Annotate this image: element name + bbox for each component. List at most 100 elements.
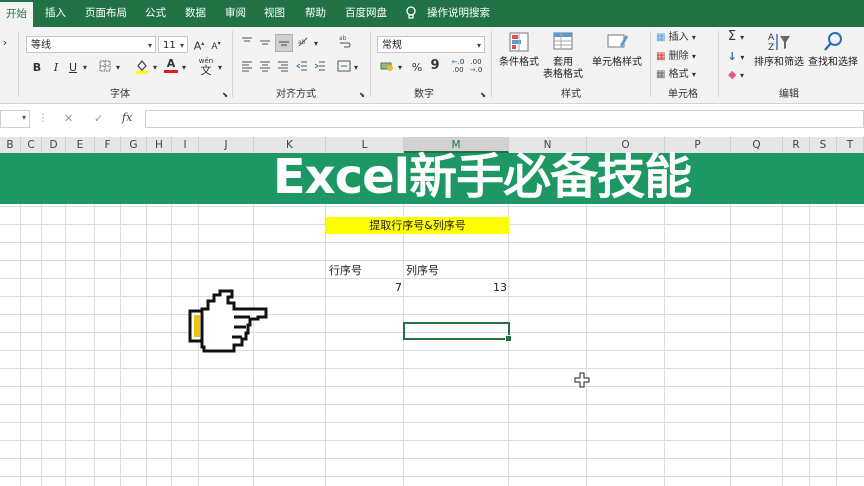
ribbon-separator (650, 31, 651, 97)
ribbon-separator (718, 31, 719, 97)
row-number-label[interactable]: 行序号 (329, 262, 362, 279)
font-dialog-launcher-icon[interactable]: ⬊ (221, 87, 229, 103)
tab-help[interactable]: 帮助 (305, 0, 326, 27)
ribbon-separator (370, 31, 371, 97)
sort-filter-icon: AZ (768, 33, 790, 53)
tab-insert[interactable]: 插入 (45, 0, 66, 27)
wrap-text-icon[interactable]: ab (336, 34, 354, 53)
clear-icon[interactable]: ◆ ▾ (724, 67, 748, 84)
font-color-icon[interactable]: A (164, 58, 178, 73)
ribbon-separator (232, 31, 233, 97)
ribbon-separator (491, 31, 492, 97)
column-number-value[interactable]: 13 (404, 279, 507, 296)
font-size-select[interactable]: 11 ▾ (158, 36, 188, 53)
font-name-select[interactable]: 等线 ▾ (26, 36, 156, 53)
underline-button[interactable]: U (67, 60, 79, 76)
svg-text:A: A (768, 33, 775, 43)
header-cell-highlight[interactable]: 提取行序号&列序号 (326, 217, 509, 234)
column-number-label[interactable]: 列序号 (406, 262, 439, 279)
conditional-formatting-icon (509, 32, 529, 52)
increase-font-icon[interactable]: A▴ (192, 36, 206, 55)
align-middle-icon[interactable] (258, 36, 272, 53)
underline-dropdown-icon[interactable]: ▾ (81, 60, 89, 76)
alignment-dialog-launcher-icon[interactable]: ⬊ (358, 87, 366, 103)
accounting-format-icon[interactable] (379, 60, 395, 77)
comma-style-button[interactable]: 9 (428, 58, 442, 74)
decrease-decimal-icon[interactable]: .00 →.0 (468, 58, 484, 74)
fill-color-dropdown-icon[interactable]: ▾ (151, 60, 159, 76)
insert-cells-button[interactable]: ▦ 插入 ▾ (656, 30, 716, 46)
phonetic-dropdown-icon[interactable]: ▾ (216, 60, 224, 76)
lightbulb-icon (405, 0, 417, 27)
autosum-icon[interactable]: Σ ▾ (724, 29, 748, 46)
formula-input[interactable] (145, 110, 864, 128)
enter-icon[interactable]: ✓ (94, 112, 103, 125)
tab-view[interactable]: 视图 (264, 0, 285, 27)
fill-color-icon[interactable] (135, 58, 149, 79)
align-right-icon[interactable] (276, 60, 290, 77)
align-top-icon[interactable] (240, 36, 254, 53)
name-box-dropdown-icon[interactable]: ▾ (22, 113, 26, 122)
italic-button[interactable]: I (50, 60, 62, 76)
group-label-cells: 单元格 (668, 89, 698, 100)
format-as-table-button[interactable]: 套用 表格格式 (541, 31, 585, 81)
row-number-value[interactable]: 7 (326, 279, 402, 296)
group-label-number: 数字 (414, 89, 434, 100)
increase-decimal-icon[interactable]: ←.0.00 (450, 58, 466, 74)
formula-bar: ▾ ⋮ ✕ ✓ fx (0, 107, 864, 131)
conditional-formatting-button[interactable]: 条件格式 (497, 31, 541, 69)
name-box[interactable]: ▾ (0, 110, 30, 128)
align-center-icon[interactable] (258, 60, 272, 77)
ribbon-separator (18, 31, 19, 97)
align-bottom-icon[interactable] (275, 34, 293, 52)
sort-filter-button[interactable]: AZ 排序和筛选 (752, 31, 806, 69)
active-cell[interactable] (403, 322, 512, 342)
cancel-icon[interactable]: ✕ (64, 112, 73, 125)
font-color-dropdown-icon[interactable]: ▾ (180, 60, 188, 76)
bold-button[interactable]: B (31, 60, 43, 76)
svg-text:ab: ab (339, 35, 347, 42)
cell-styles-icon (607, 34, 628, 48)
delete-cells-button[interactable]: ▦ 删除 ▾ (656, 49, 716, 65)
borders-icon[interactable] (98, 60, 112, 77)
tab-formulas[interactable]: 公式 (145, 0, 166, 27)
tab-review[interactable]: 审阅 (225, 0, 246, 27)
banner-title: Excel新手必备技能 (272, 149, 692, 205)
format-cells-button[interactable]: ▦ 格式 ▾ (656, 67, 716, 83)
decrease-font-icon[interactable]: A▾ (209, 36, 223, 55)
percent-style-button[interactable]: % (410, 60, 424, 76)
accounting-dropdown-icon[interactable]: ▾ (396, 60, 404, 76)
ribbon: › 等线 ▾ 11 ▾ A▴ A▾ B I U ▾ ▾ ▾ A ▾ wén 文 ▾ 字… (0, 27, 864, 104)
group-label-styles: 样式 (561, 89, 581, 100)
group-label-alignment: 对齐方式 (276, 89, 316, 100)
increase-indent-icon[interactable] (313, 60, 327, 77)
merge-dropdown-icon[interactable]: ▾ (352, 60, 360, 76)
tab-home[interactable]: 开始 (0, 0, 33, 29)
borders-dropdown-icon[interactable]: ▾ (114, 60, 122, 76)
orientation-dropdown-icon[interactable]: ▾ (312, 36, 320, 52)
number-dialog-launcher-icon[interactable]: ⬊ (479, 87, 487, 103)
fill-icon[interactable]: ↓ ▾ (724, 49, 748, 66)
cell-styles-button[interactable]: 单元格样式 (588, 31, 646, 69)
format-as-table-icon (553, 32, 573, 50)
find-select-button[interactable]: 查找和选择 (806, 31, 860, 69)
orientation-icon[interactable]: ab (296, 36, 312, 53)
clipboard-chevron-icon[interactable]: › (0, 35, 10, 51)
merge-center-icon[interactable] (336, 60, 352, 77)
magnifier-icon (824, 32, 842, 51)
formula-bar-grip-icon[interactable]: ⋮ (38, 113, 48, 124)
number-format-select[interactable]: 常规 ▾ (377, 36, 485, 53)
fill-handle[interactable] (505, 335, 512, 342)
tell-me-search[interactable]: 操作说明搜索 (427, 0, 490, 27)
cell-cursor-icon (574, 372, 590, 388)
tab-baidu-netdisk[interactable]: 百度网盘 (345, 0, 387, 27)
tab-data[interactable]: 数据 (185, 0, 206, 27)
align-left-icon[interactable] (240, 60, 254, 77)
svg-text:Z: Z (768, 43, 774, 53)
insert-function-button[interactable]: fx (122, 111, 132, 124)
tab-page-layout[interactable]: 页面布局 (85, 0, 127, 27)
decrease-indent-icon[interactable] (295, 60, 309, 77)
svg-text:ab: ab (298, 39, 306, 46)
pointing-hand-icon (188, 289, 268, 353)
phonetic-guide-icon[interactable]: wén 文 (198, 58, 214, 77)
